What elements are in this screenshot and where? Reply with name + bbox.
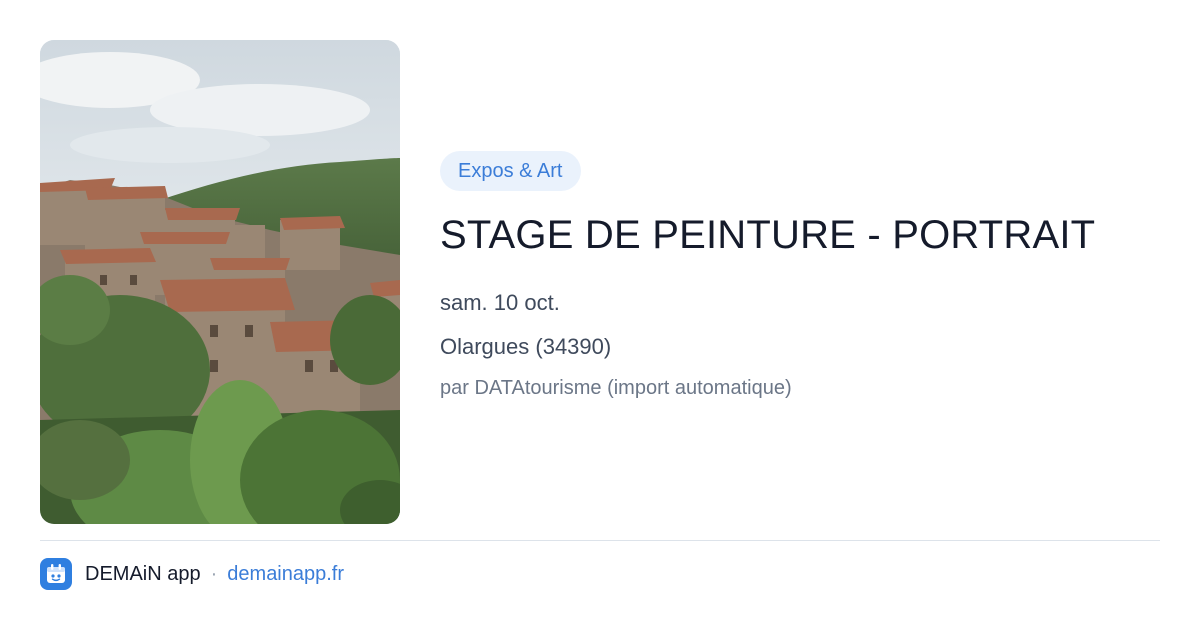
footer-divider [40,540,1160,541]
event-title: STAGE DE PEINTURE - PORTRAIT [440,213,1096,257]
event-photo [40,40,400,524]
event-date: sam. 10 oct. [440,290,560,315]
website-link[interactable]: demainapp.fr [227,563,344,586]
footer: DEMAiN app · demainapp.fr [40,558,344,590]
category-tag[interactable]: Expos & Art [440,151,581,191]
event-info: Expos & Art STAGE DE PEINTURE - PORTRAIT… [440,151,1160,401]
event-preview-card: Expos & Art STAGE DE PEINTURE - PORTRAIT… [0,0,1200,630]
event-author: par DATAtourisme (import automatique) [440,377,792,399]
brand-name: DEMAiN app [85,562,201,585]
demain-app-logo-icon [40,558,72,590]
event-location: Olargues (34390) [440,334,612,359]
footer-separator: · [210,562,218,585]
